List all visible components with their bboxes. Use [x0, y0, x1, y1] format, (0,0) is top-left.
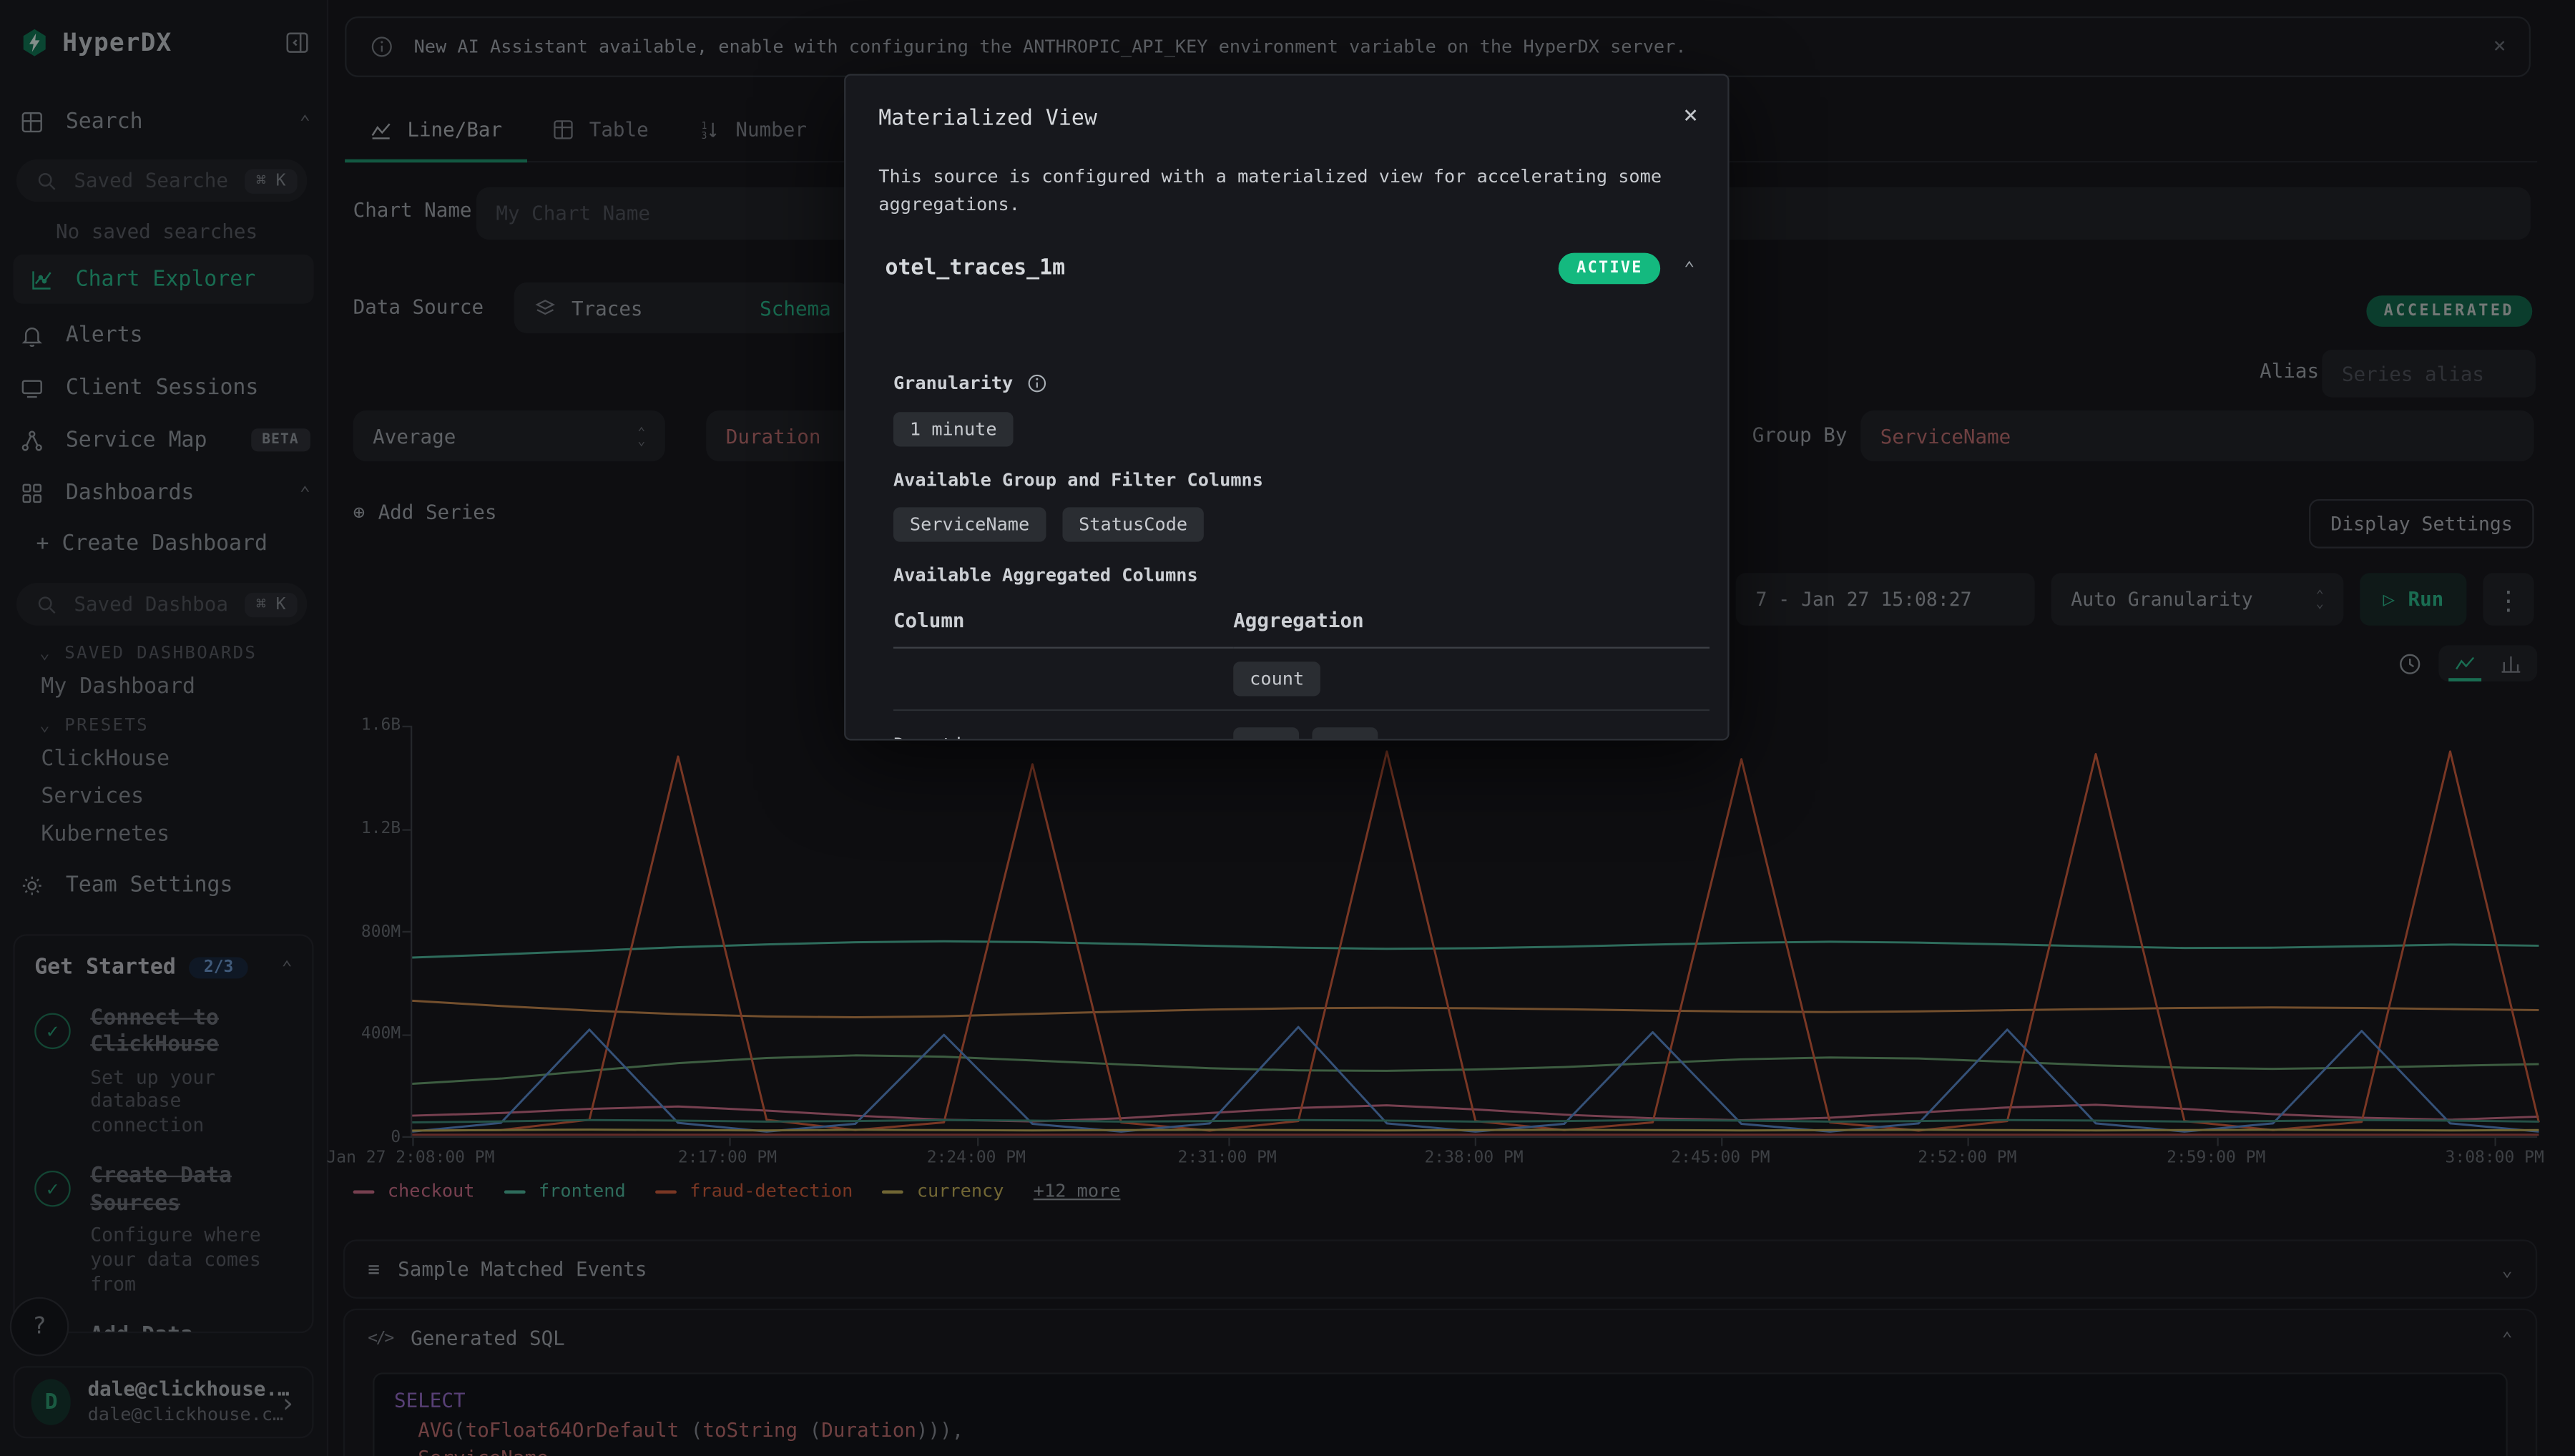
group-filter-section: Available Group and Filter Columns	[893, 470, 1263, 491]
table-row: Duration avg max	[893, 711, 1710, 740]
close-icon[interactable]: ×	[1683, 100, 1698, 129]
modal-description: This source is configured with a materia…	[878, 162, 1700, 218]
info-icon[interactable]	[1026, 373, 1048, 394]
granularity-section: Granularity	[893, 373, 1047, 394]
status-badge: ACTIVE	[1559, 253, 1661, 285]
granularity-pill: 1 minute	[893, 412, 1014, 446]
aggregated-section: Available Aggregated Columns	[893, 565, 1198, 586]
aggregation-pill: count	[1233, 661, 1320, 696]
granularity-value-row: 1 minute	[893, 412, 1014, 446]
materialized-view-modal: Materialized View × This source is confi…	[844, 74, 1729, 740]
column-pill: StatusCode	[1062, 507, 1204, 541]
view-name: otel_traces_1m	[885, 256, 1065, 280]
view-row[interactable]: otel_traces_1m ACTIVE ⌃	[885, 253, 1694, 285]
chevron-up-icon[interactable]: ⌃	[1684, 257, 1694, 279]
modal-title: Materialized View	[878, 107, 1097, 131]
table-header-aggregation: Aggregation	[1233, 609, 1710, 649]
table-row: count	[893, 649, 1710, 711]
app-root: HyperDX Search ⌃ ⌘ K No saved searches C…	[0, 0, 2575, 1456]
column-pill: ServiceName	[893, 507, 1046, 541]
column-cell: Duration	[893, 733, 1233, 740]
table-header-column: Column	[893, 609, 1233, 649]
aggregation-pill: avg	[1233, 727, 1299, 740]
aggregated-columns-table: Column Aggregation count Duration avg ma…	[893, 609, 1710, 741]
group-filter-pills: ServiceName StatusCode	[893, 507, 1204, 541]
aggregation-pill: max	[1312, 727, 1378, 740]
